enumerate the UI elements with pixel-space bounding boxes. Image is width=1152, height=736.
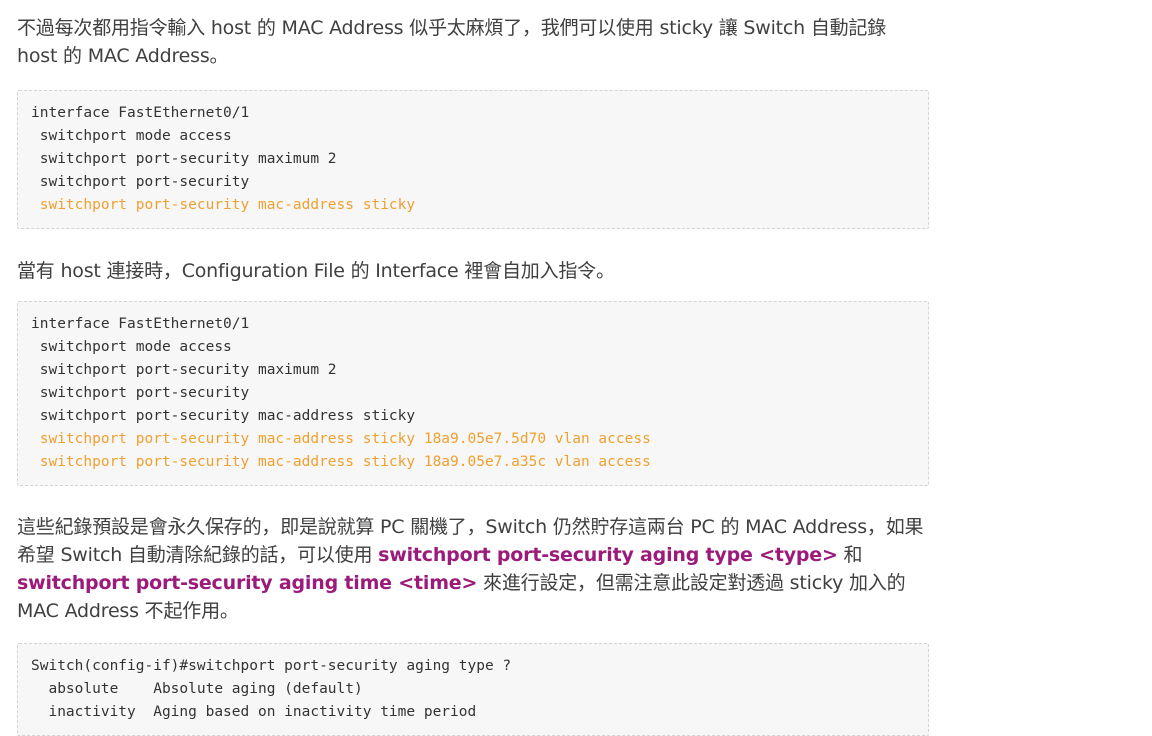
paragraph-intro: 不過每次都用指令輸入 host 的 MAC Address 似乎太麻煩了，我們可… xyxy=(17,17,887,67)
code-line: Switch(config-if)#switchport port-securi… xyxy=(31,658,512,674)
code-line: switchport port-security maximum 2 xyxy=(31,151,337,167)
code-block-learned-config: interface FastEthernet0/1 switchport mod… xyxy=(17,301,929,486)
code-line-highlighted: switchport port-security mac-address sti… xyxy=(31,197,416,213)
code-line: switchport port-security mac-address sti… xyxy=(31,408,416,424)
code-line: switchport port-security xyxy=(31,174,250,190)
code-block-aging-help: Switch(config-if)#switchport port-securi… xyxy=(17,643,929,736)
code-line-highlighted: switchport port-security mac-address sti… xyxy=(31,431,651,447)
code-block-sticky-config: interface FastEthernet0/1 switchport mod… xyxy=(17,90,929,229)
code-line: switchport port-security maximum 2 xyxy=(31,362,337,378)
code-line: switchport port-security xyxy=(31,385,250,401)
code-line: switchport mode access xyxy=(31,128,232,144)
inline-command-aging-type: switchport port-security aging type <typ… xyxy=(378,544,838,566)
article-content: 不過每次都用指令輸入 host 的 MAC Address 似乎太麻煩了，我們可… xyxy=(17,14,929,736)
paragraph-text: 和 xyxy=(837,544,863,566)
code-line-highlighted: switchport port-security mac-address sti… xyxy=(31,454,651,470)
code-line: inactivity Aging based on inactivity tim… xyxy=(31,704,477,720)
code-line: interface FastEthernet0/1 xyxy=(31,105,250,121)
code-line: switchport mode access xyxy=(31,339,232,355)
inline-command-aging-time: switchport port-security aging time <tim… xyxy=(17,572,478,594)
code-line: interface FastEthernet0/1 xyxy=(31,316,250,332)
paragraph-aging: 這些紀錄預設是會永久保存的，即是說就算 PC 關機了，Switch 仍然貯存這兩… xyxy=(17,513,929,625)
code-line: absolute Absolute aging (default) xyxy=(31,681,363,697)
paragraph-config-file: 當有 host 連接時，Configuration File 的 Interfa… xyxy=(17,260,615,282)
